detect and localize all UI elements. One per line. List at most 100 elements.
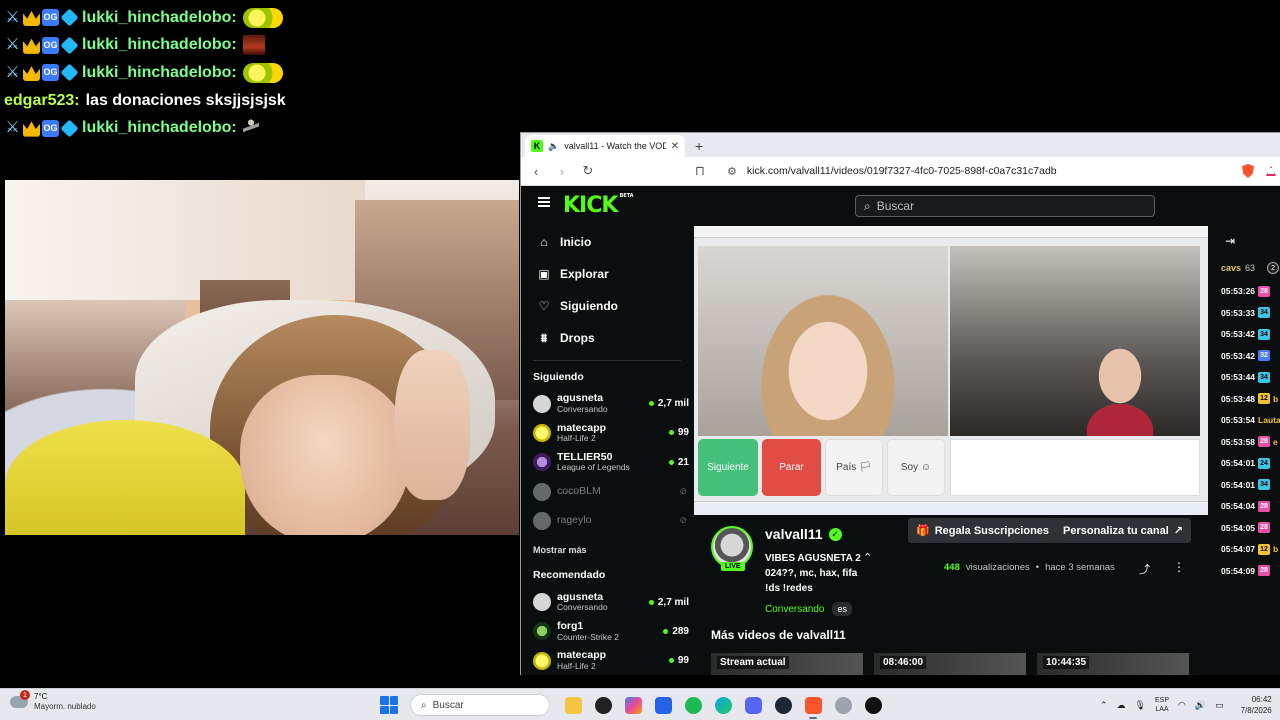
sidebar-item-inicio[interactable]: ⌂ Inicio [533,226,691,258]
onedrive-icon[interactable]: ☁ [1117,700,1126,711]
emote-icon [242,62,283,83]
sword-badge-icon: ⚔ [5,8,20,26]
microphone-icon[interactable]: 🎙 [1135,700,1146,711]
sidebar-item-explorar[interactable]: ▣ Explorar [533,258,691,290]
chat-message-row: 05:53:44 34 [1221,370,1271,384]
chat-badge: 34 [1258,328,1271,340]
brave-icon[interactable] [798,690,828,720]
chat-message-row: 05:53:54 Lauta [1221,413,1280,427]
speaker-icon[interactable]: 🔈 [548,141,559,152]
new-tab-button[interactable]: + [695,135,703,157]
thumbnail-label: Stream actual [717,656,789,669]
channel-list-item[interactable]: matecapp Half-Life 2 99 [533,646,691,675]
verified-icon: ✓ [828,527,842,541]
windows-start-icon[interactable] [380,696,398,714]
hamburger-menu-icon[interactable] [538,197,550,207]
kick-logo[interactable]: KICK BETA [563,193,634,218]
sidebar-item-label: Inicio [560,235,592,249]
chat-username: edgar523: [4,91,80,109]
more-options-icon[interactable]: ⋮ [1173,560,1185,574]
weather-widget[interactable]: 1 7°C Mayorm. nublado [10,690,96,712]
forward-arrow-icon[interactable]: › [555,164,569,179]
edge-glyph [714,696,732,714]
bookmark-icon[interactable]: ⊓ [693,163,707,179]
close-tab-icon[interactable]: ✕ [671,141,679,152]
discord-icon[interactable] [738,690,768,720]
reload-icon[interactable]: ↻ [581,163,595,179]
share-icon[interactable]: ⤴ [1139,561,1150,577]
chat-message-row: 05:54:07 12 b [1221,542,1278,556]
customize-channel-button[interactable]: Personaliza tu canal ↗ [1055,518,1191,543]
channel-name[interactable]: valvall11 ✓ [765,526,842,542]
video-thumbnail[interactable]: 10:44:35 [1037,653,1189,675]
obs-icon[interactable] [588,690,618,720]
vod-age: hace 3 semanas [1045,562,1115,573]
collapse-chat-icon[interactable]: ⇥ [1225,234,1235,248]
edge-icon[interactable] [708,690,738,720]
show-more-button[interactable]: Mostrar más [533,545,691,555]
chat-timestamp: 05:53:58 [1221,436,1256,447]
clock[interactable]: 06:42 7/8/2026 [1241,694,1272,716]
channel-list-item[interactable]: rageylo ⊘ [533,506,691,535]
spotify-icon[interactable] [678,690,708,720]
copilot-icon[interactable] [618,690,648,720]
sidebar-item-siguiendo[interactable]: ♡ Siguiendo [533,290,691,322]
vod-video-player[interactable]: Siguiente Parar País 🏳 Soy ☺ [694,226,1208,515]
chevron-up-icon[interactable]: ⌃ [863,551,872,564]
home-icon: ⌂ [540,235,548,249]
channel-list-item[interactable]: cocoBLM ⊘ [533,477,691,506]
app-icon[interactable] [828,690,858,720]
channel-category: Half-Life 2 [557,660,596,671]
channel-info: LIVE valvall11 ✓ VIBES AGUSNETA 2 024??,… [711,518,1191,616]
tab-title: valvall11 - Watch the VOD on [564,141,665,151]
chat-badges: ⚔ OG [4,36,79,55]
address-bar[interactable]: ⚙ kick.com/valvall11/videos/019f7327-4fc… [727,165,1230,178]
brave-shield-icon[interactable] [1242,164,1254,178]
channel-text: matecapp Half-Life 2 [557,422,663,444]
store-icon[interactable] [648,690,678,720]
taskbar-search[interactable]: ⌕ Buscar [410,694,550,716]
video-thumbnail[interactable]: Stream actual [711,653,863,675]
chat-timestamp: 05:53:33 [1221,307,1256,318]
channel-list-item[interactable]: forg1 Counter-Strike 2 289 [533,617,691,646]
chevron-up-icon[interactable]: ⌃ [1100,700,1108,711]
steam-icon[interactable] [768,690,798,720]
obs-glyph [594,696,612,714]
channel-avatar [533,593,551,612]
file-explorer-icon[interactable] [558,690,588,720]
flag-icon: 🏳 [859,462,872,473]
channel-category: League of Legends [557,462,630,473]
brave-glyph [804,696,822,714]
channel-text: agusneta Conversando [557,393,643,414]
gift-subs-button[interactable]: 🎁 Regala Suscripciones [908,518,1058,543]
video-thumbnail[interactable]: 08:46:00 [874,653,1026,675]
language-indicator[interactable]: ESP LAA [1155,696,1169,714]
channel-text: TELLIER50 League of Legends [557,451,663,473]
browse-icon: ▣ [538,267,550,281]
viewer-count: 99 [668,655,689,666]
back-arrow-icon[interactable]: ‹ [529,164,543,179]
kick-logo-text: KICK [563,193,618,218]
weather-text: 7°C Mayorm. nublado [34,692,96,712]
channel-list-item[interactable]: matecapp Half-Life 2 99 [533,418,691,447]
sidebar-item-drops[interactable]: ⩩ Drops [533,322,691,354]
stream-title: VIBES AGUSNETA 2 024??, mc, hax, fifa !d… [765,553,861,594]
browser-tab-kick[interactable]: K 🔈 valvall11 - Watch the VOD on ✕ [525,135,685,157]
viewer-count-text: 289 [672,625,689,637]
channel-list-item[interactable]: agusneta Conversando 2,7 mil [533,389,691,418]
media-player-icon[interactable] [858,690,888,720]
volume-icon[interactable]: 🔊 [1195,700,1206,711]
category-link[interactable]: Conversando [765,604,824,615]
kick-search-input[interactable]: ⌕ Buscar [855,195,1155,217]
battery-icon[interactable]: ▭ [1215,700,1224,711]
chat-username: e [1273,436,1278,447]
live-dot-icon [668,658,674,664]
channel-list-item[interactable]: TELLIER50 League of Legends 21 [533,448,691,477]
brave-rewards-icon[interactable] [1266,166,1276,176]
emote-icon [242,7,283,28]
emote-icon [242,35,265,56]
wifi-icon[interactable]: ◠ [1178,700,1186,711]
channel-list-item[interactable]: agusneta Conversando 2,7 mil [533,587,691,616]
channel-avatar [533,394,551,413]
site-settings-icon[interactable]: ⚙ [727,165,737,178]
